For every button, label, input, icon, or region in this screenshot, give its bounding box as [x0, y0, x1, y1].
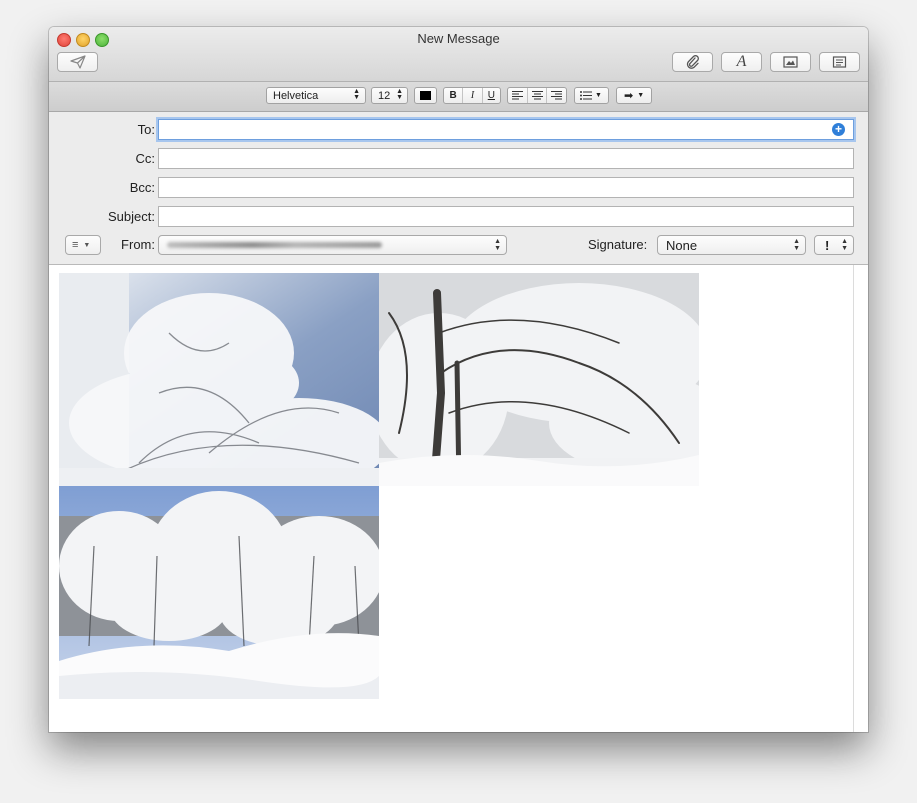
to-field[interactable]: +: [158, 119, 854, 140]
snow-photo-3[interactable]: [59, 486, 379, 699]
add-contact-icon[interactable]: +: [832, 123, 845, 136]
snow-forest-image: [379, 273, 699, 486]
updown-icon: ▲ ▼: [353, 88, 360, 101]
font-size-value: 12: [378, 89, 391, 102]
updown-icon: ▲ ▼: [841, 238, 848, 252]
cc-field[interactable]: [158, 148, 854, 169]
compose-window: New Message A Helvetica ▲ ▼ 12 ▲ ▼ B I U…: [49, 27, 868, 732]
bcc-label: Bcc:: [129, 180, 155, 195]
italic-button[interactable]: I: [463, 88, 483, 103]
from-label: From:: [121, 237, 155, 252]
subject-label: Subject:: [108, 209, 155, 224]
fonts-button[interactable]: A: [721, 52, 762, 72]
align-left-button[interactable]: [508, 88, 528, 103]
message-headers: To: + Cc: Bcc: Subject: ≡ ▼ From: ▲ ▼ Sig…: [49, 112, 868, 265]
snow-photo-1[interactable]: [59, 273, 379, 486]
bulleted-list-icon: [580, 91, 592, 100]
window-title: New Message: [417, 31, 500, 46]
photo-browser-button[interactable]: [770, 52, 811, 72]
snow-photo-2[interactable]: [379, 273, 699, 486]
snow-trees-image: [59, 273, 379, 486]
message-body[interactable]: [49, 265, 868, 732]
signature-label: Signature:: [588, 237, 648, 252]
from-account-redacted: [167, 242, 382, 248]
snow-landscape-image: [59, 486, 379, 699]
subject-field[interactable]: [158, 206, 854, 227]
color-swatch: [420, 91, 431, 100]
bcc-field[interactable]: [158, 177, 854, 198]
send-button[interactable]: [57, 52, 98, 72]
priority-select[interactable]: ! ▲ ▼: [814, 235, 854, 255]
indent-arrow-icon: ➡: [624, 90, 634, 102]
align-right-button[interactable]: [547, 88, 566, 103]
chevron-down-icon: ▼: [637, 92, 645, 99]
photo-browser-icon: [783, 56, 798, 68]
bold-button[interactable]: B: [444, 88, 464, 103]
to-label: To:: [137, 122, 155, 137]
font-family-select[interactable]: Helvetica ▲ ▼: [266, 87, 366, 104]
alignment-segmented-control: [507, 87, 567, 104]
updown-icon: ▲ ▼: [494, 238, 501, 252]
text-color-button[interactable]: [414, 87, 437, 104]
from-select[interactable]: ▲ ▼: [158, 235, 507, 255]
chevron-down-icon: ▼: [595, 92, 602, 99]
paperclip-icon: [686, 55, 699, 69]
stationery-icon: [832, 56, 847, 68]
cc-label: Cc:: [135, 151, 156, 166]
signature-select[interactable]: None ▲ ▼: [657, 235, 806, 255]
font-a-icon: A: [736, 53, 747, 70]
updown-icon: ▲ ▼: [793, 238, 800, 252]
attach-button[interactable]: [672, 52, 713, 72]
align-left-icon: [511, 91, 523, 100]
style-segmented-control: B I U: [443, 87, 501, 104]
body-scroll-edge: [853, 265, 854, 732]
align-center-icon: [531, 91, 543, 100]
signature-value: None: [666, 237, 698, 253]
font-size-select[interactable]: 12 ▲ ▼: [371, 87, 408, 104]
list-style-menu[interactable]: ▼: [574, 87, 609, 104]
align-center-button[interactable]: [528, 88, 548, 103]
align-right-icon: [551, 91, 563, 100]
updown-icon: ▲ ▼: [396, 88, 403, 101]
underline-button[interactable]: U: [483, 88, 500, 103]
font-family-value: Helvetica: [273, 89, 319, 102]
format-bar: Helvetica ▲ ▼ 12 ▲ ▼ B I U ▼ ➡ ▼: [49, 82, 868, 112]
title-bar: New Message A: [49, 27, 868, 82]
paper-plane-icon: [69, 55, 86, 69]
priority-value: !: [825, 237, 830, 253]
indent-menu[interactable]: ➡ ▼: [616, 87, 652, 104]
stationery-button[interactable]: [819, 52, 860, 72]
